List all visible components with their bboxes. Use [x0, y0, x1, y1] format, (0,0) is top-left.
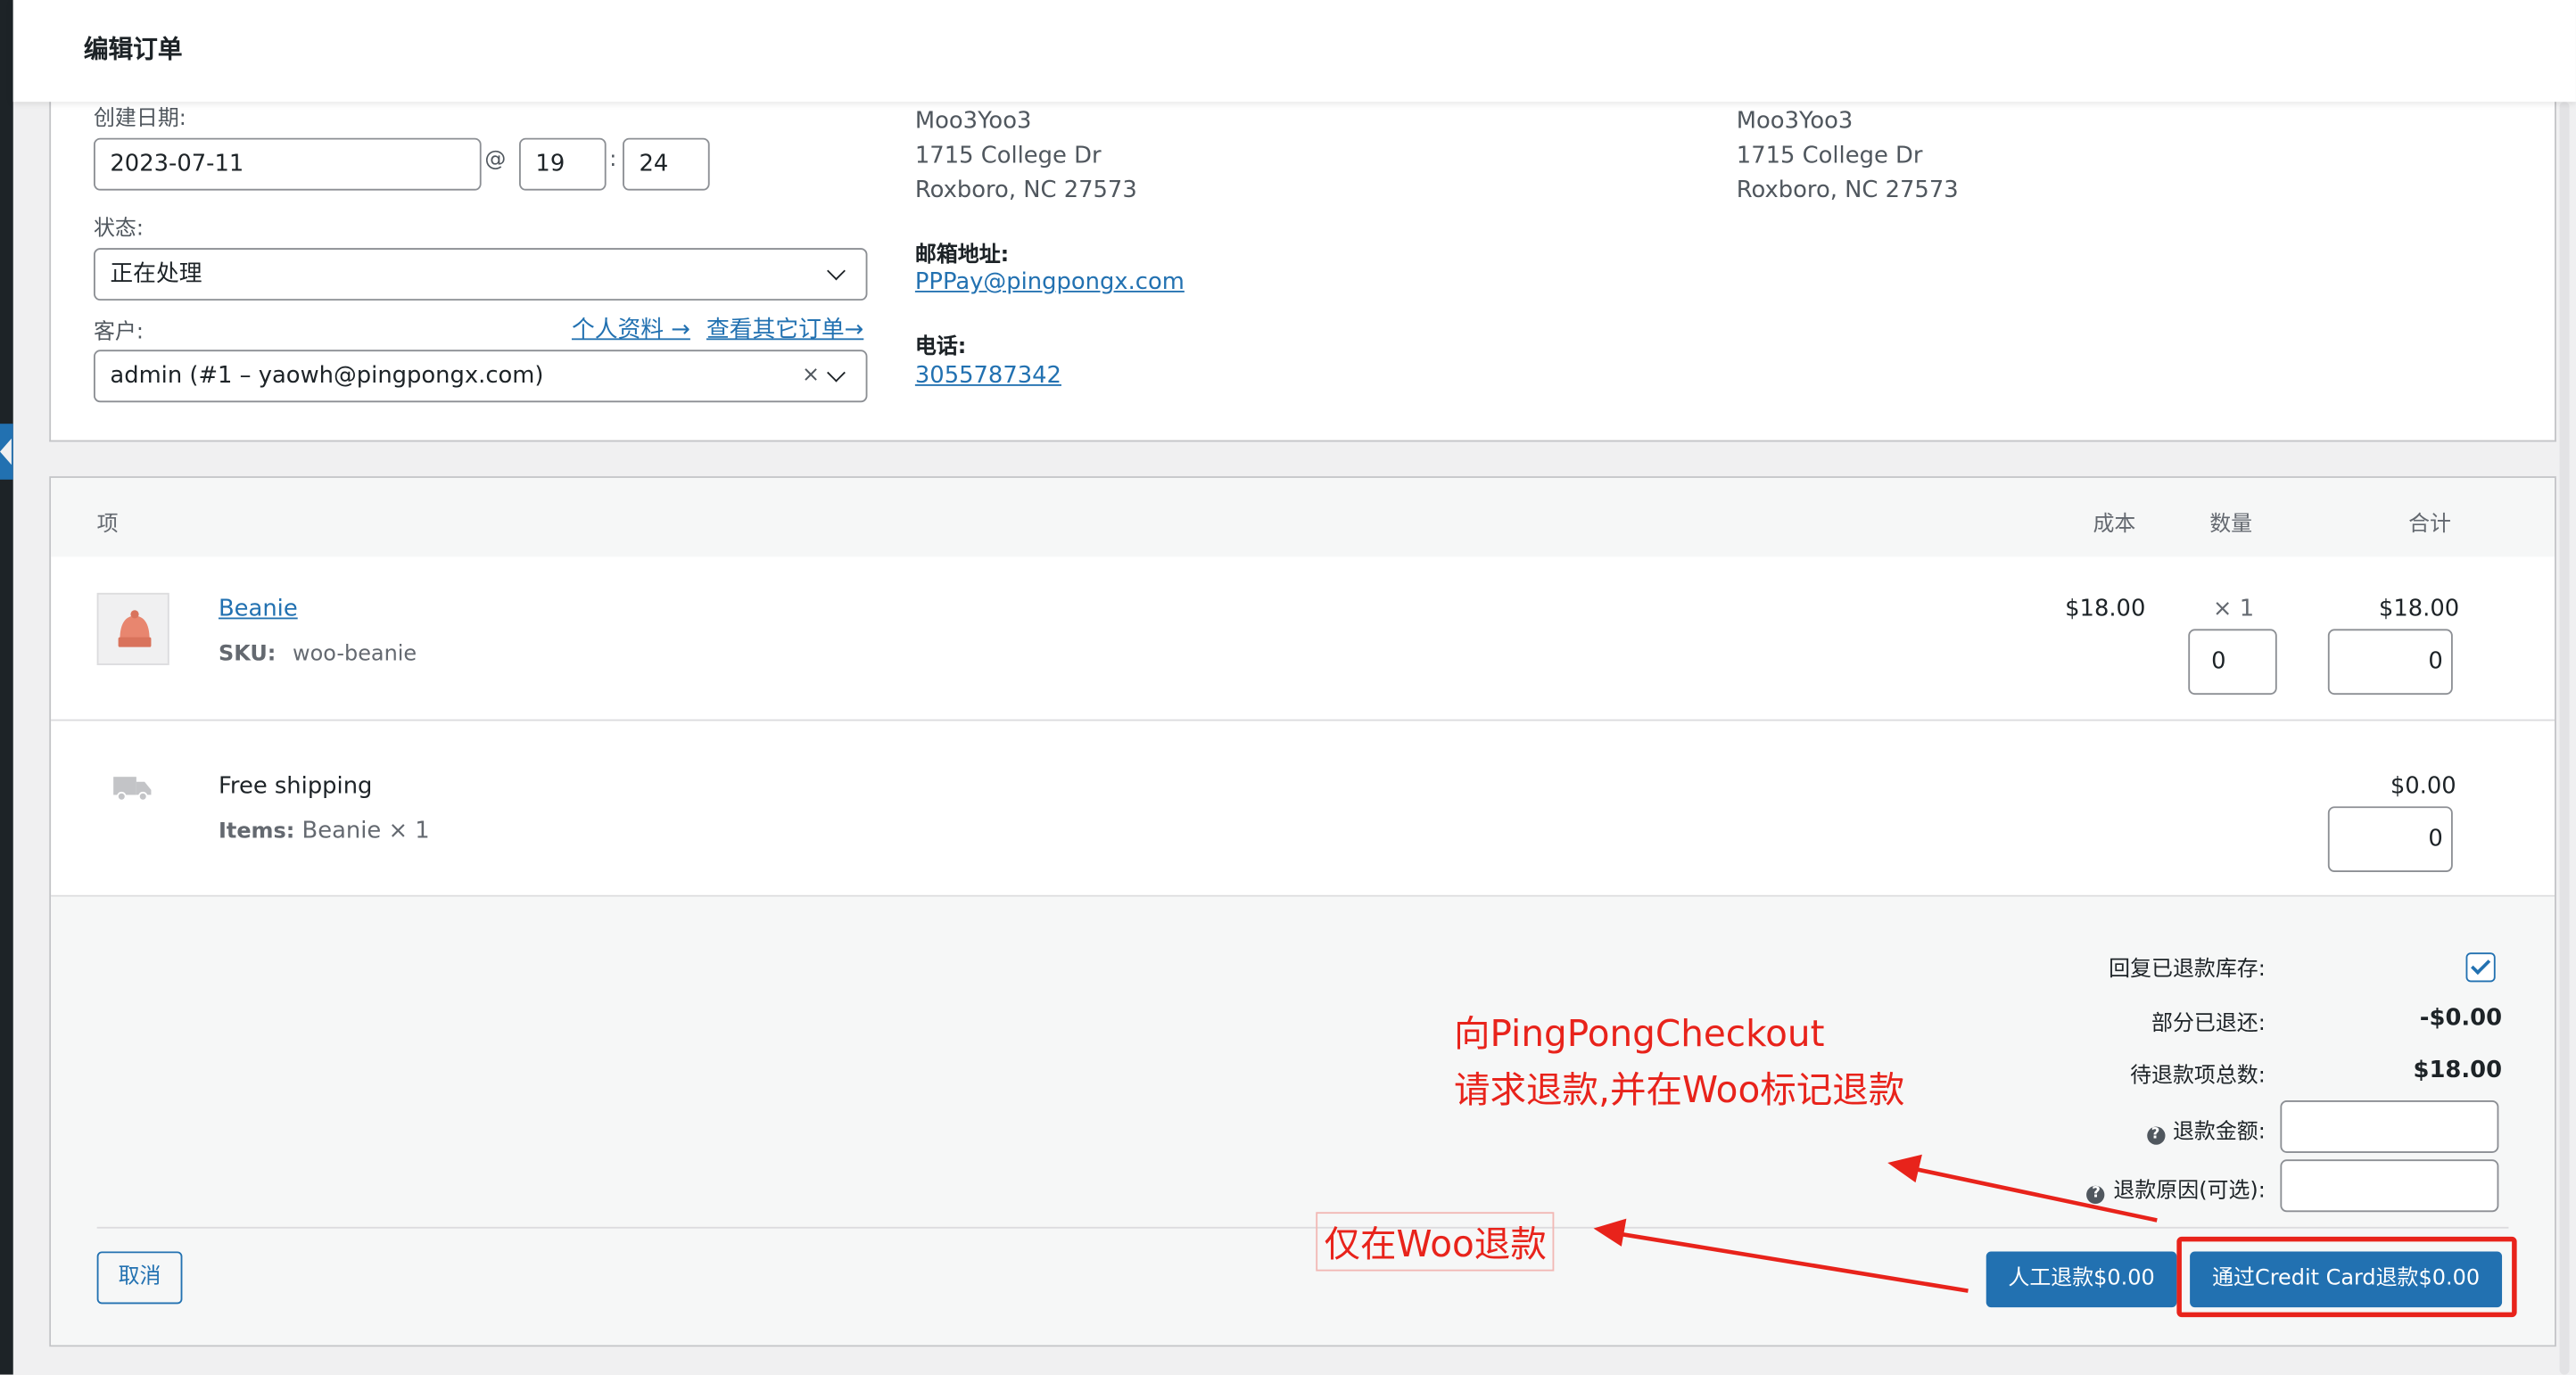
- arrow-to-line2: [1908, 1165, 2158, 1223]
- screen: 编辑订单 创建日期: 2023-07-11 @ 19 : 24 状态: 正在处理…: [0, 0, 2576, 1375]
- page-header: 编辑订单: [12, 0, 2576, 103]
- page-title: 编辑订单: [83, 34, 183, 64]
- arrowhead-icon: [1887, 1154, 1922, 1183]
- annotation-arrows: [1593, 1154, 2158, 1293]
- arrowhead-icon: [1593, 1218, 1627, 1247]
- arrow-to-woo-only: [1615, 1231, 1969, 1293]
